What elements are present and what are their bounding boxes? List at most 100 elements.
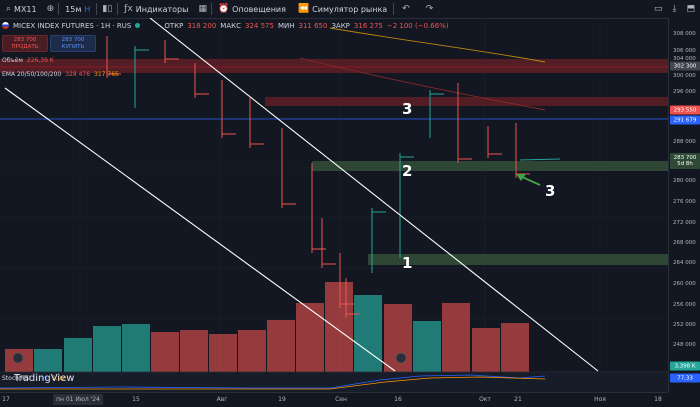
buy-button[interactable]: 283 700 КУПИТЬ: [50, 35, 96, 52]
annotation-2: 2: [402, 162, 413, 180]
volume-bar: [64, 338, 92, 372]
tradingview-logo[interactable]: TradingView: [14, 373, 74, 384]
ema-value-2: 317 765: [94, 71, 119, 78]
volume-bar: [413, 321, 441, 372]
indicators-label: Индикаторы: [135, 4, 189, 14]
time-tick-label: 18: [654, 396, 662, 403]
alerts-button[interactable]: ⏰ Оповещения: [212, 0, 292, 18]
interval-label: 15м: [65, 4, 82, 14]
add-symbol-icon[interactable]: ⊕: [43, 4, 59, 14]
time-tick-label: Ноя: [594, 396, 606, 403]
time-tick-label: Авг: [216, 396, 228, 403]
interval-suffix: H: [84, 4, 91, 14]
low-label: МИН: [277, 21, 295, 30]
symbol-search[interactable]: ⌕ MX11: [0, 0, 43, 18]
publish-icon[interactable]: ⬒: [681, 4, 700, 14]
price-tag-stoch: 77,33: [670, 373, 700, 383]
search-icon: ⌕: [6, 4, 12, 14]
time-tick-label: пн 01 Июл '24: [53, 394, 103, 405]
trade-buttons: 283 700 ПРОДАТЬ 283 700 КУПИТЬ: [2, 35, 96, 52]
flag-icon: [2, 22, 9, 29]
current-candle: [519, 158, 561, 161]
rewind-icon: ⏪: [297, 4, 310, 14]
price-tick-label: 306 000: [673, 48, 696, 54]
support-zone-1: [368, 254, 668, 265]
replay-label: Симулятор рынка: [312, 4, 388, 14]
symbol-legend-row: MICEX INDEX FUTURES · 1H · RUS ОТКР 318 …: [2, 20, 449, 31]
sell-label: ПРОДАТЬ: [11, 44, 39, 50]
volume-bar: [325, 282, 353, 372]
volume-bar: [209, 334, 237, 372]
layout-icon[interactable]: ▦: [194, 4, 211, 14]
replay-button[interactable]: ⏪ Симулятор рынка: [292, 0, 393, 18]
volume-bar: [34, 349, 62, 372]
volume-bar: [122, 324, 150, 372]
price-tick-label: 280 000: [673, 178, 696, 184]
sell-button[interactable]: 283 700 ПРОДАТЬ: [2, 35, 48, 52]
open-label: ОТКР: [164, 21, 184, 30]
top-toolbar: ⌕ MX11 ⊕ 15м H ▮▯ ƒx Индикаторы ▦ ⏰ Опов…: [0, 0, 700, 19]
time-tick-label: Сен: [335, 396, 347, 403]
market-status-dot: [135, 23, 141, 28]
volume-bar: [180, 330, 208, 372]
price-tick-label: 276 000: [673, 199, 696, 205]
price-axis[interactable]: 308 000 306 000 304 000 300 000 296 000 288 0…: [668, 18, 700, 392]
low-value: 311 650: [298, 21, 328, 30]
volume-value: 226,39 K: [26, 57, 54, 64]
annotation-3: 3: [402, 100, 413, 118]
alert-marker-icon[interactable]: [395, 352, 407, 364]
volume-bar: [354, 295, 382, 372]
volume-bars: [5, 282, 529, 372]
price-tick-label: 288 000: [673, 139, 696, 145]
high-label: МАКС: [220, 21, 241, 30]
indicators-button[interactable]: ƒx Индикаторы: [118, 0, 194, 18]
close-label: ЗАКР: [331, 21, 350, 30]
redo-icon[interactable]: ↷: [418, 4, 442, 14]
snapshot-icon[interactable]: ⤓: [668, 4, 682, 14]
sell-price: 283 700: [13, 37, 37, 43]
volume-bar: [472, 328, 500, 372]
volume-bar: [442, 303, 470, 372]
price-tag-current: 283 700 5d 8h: [670, 153, 700, 169]
buy-price: 283 700: [61, 37, 85, 43]
ema-label: EMA 20/50/100/200: [2, 71, 62, 78]
open-value: 318 200: [187, 21, 217, 30]
price-tick-label: 260 000: [673, 281, 696, 287]
price-tick-label: 264 000: [673, 260, 696, 266]
symbol-title: MICEX INDEX FUTURES · 1H · RUS: [13, 21, 132, 30]
candle-type-icon[interactable]: ▮▯: [97, 4, 117, 14]
trendline-lower: [4, 87, 396, 372]
annotation-1: 1: [402, 254, 413, 272]
support-zone-2: [312, 161, 668, 171]
annotation-3-arrow: 3: [545, 182, 556, 200]
alerts-label: Оповещения: [232, 4, 286, 14]
time-tick-label: 21: [514, 396, 522, 403]
time-tick-label: 16: [394, 396, 402, 403]
fullscreen-icon[interactable]: ▭: [649, 4, 668, 14]
undo-icon[interactable]: ↶: [394, 4, 418, 14]
alert-marker-icon[interactable]: [12, 352, 24, 364]
price-tag-red: 293 550: [670, 105, 700, 115]
change-value: −2 100 (−0.66%): [386, 21, 449, 30]
chart-legend: MICEX INDEX FUTURES · 1H · RUS ОТКР 318 …: [2, 20, 449, 31]
price-tick-label: 256 000: [673, 302, 696, 308]
alarm-clock-icon: ⏰: [217, 4, 230, 14]
price-tag-red-zone: 302 300: [670, 61, 700, 71]
price-tick-label: 248 000: [673, 342, 696, 348]
price-tick-label: 308 000: [673, 31, 696, 37]
volume-legend: Объём 226,39 K: [2, 57, 54, 64]
symbol-label: MX11: [14, 4, 37, 14]
volume-bar: [93, 326, 121, 372]
price-tick-label: 252 000: [673, 322, 696, 328]
volume-bar: [501, 323, 529, 372]
interval-selector[interactable]: 15м H: [59, 0, 96, 18]
price-tick-label: 268 000: [673, 240, 696, 246]
price-tick-label: 296 000: [673, 89, 696, 95]
price-tick-label: 300 000: [673, 73, 696, 79]
price-tick-label: 272 000: [673, 220, 696, 226]
price-tag-blue: 291 679: [670, 115, 700, 125]
time-axis[interactable]: 17 пн 01 Июл '24 15 Авг 19 Сен 16 Окт 21 Ноя 18: [0, 392, 668, 407]
time-tick-label: 19: [278, 396, 286, 403]
close-value: 316 275: [353, 21, 383, 30]
volume-bar: [296, 303, 324, 372]
